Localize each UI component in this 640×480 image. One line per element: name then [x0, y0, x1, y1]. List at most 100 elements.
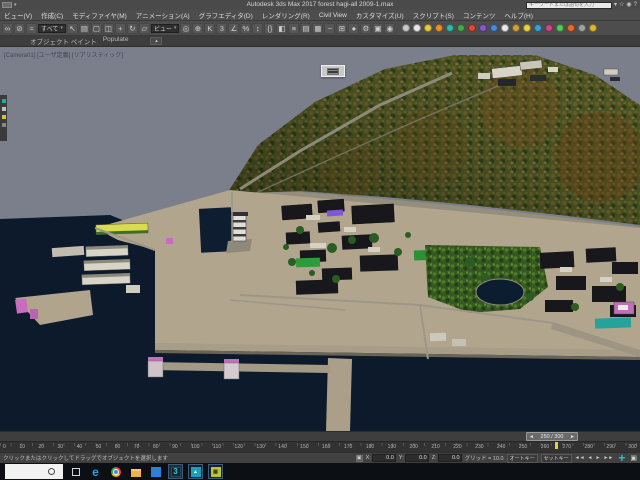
- set-key-button[interactable]: セットキー: [541, 454, 572, 463]
- menu-view[interactable]: ビュー(V): [4, 10, 32, 20]
- rendered-frame-icon[interactable]: ▣: [372, 23, 383, 34]
- custom-icon-15[interactable]: [556, 24, 564, 32]
- menu-graph-editors[interactable]: グラフエディタ(D): [199, 10, 253, 20]
- sign-in-icon[interactable]: ◉: [626, 1, 631, 9]
- custom-icon-8[interactable]: [479, 24, 487, 32]
- select-and-link-icon[interactable]: ∞: [2, 23, 13, 34]
- graphite-ribbon-icon[interactable]: ▦: [312, 23, 323, 34]
- custom-icon-3[interactable]: [424, 24, 432, 32]
- pan-view-icon[interactable]: +: [618, 453, 625, 463]
- help-icon[interactable]: ?: [634, 1, 637, 9]
- custom-icon-1[interactable]: [402, 24, 410, 32]
- docked-vertical-toolbar[interactable]: [0, 95, 7, 141]
- select-by-name-icon[interactable]: ▤: [79, 23, 90, 34]
- ribbon-tab-object-paint[interactable]: オブジェクト ペイント: [30, 36, 97, 46]
- floating-toolbar[interactable]: [321, 65, 345, 77]
- viewport-camera01[interactable]: [Camera01] [ユーザ定義] [リアリスティック]: [0, 47, 640, 431]
- menu-civil-view[interactable]: Civil View: [319, 12, 347, 19]
- menu-modifiers[interactable]: モディファイヤ(M): [72, 10, 127, 20]
- photos-app-icon[interactable]: ▲: [188, 464, 203, 479]
- mail-app-icon[interactable]: [148, 464, 163, 479]
- ribbon-tab-populate[interactable]: Populate: [103, 36, 129, 46]
- viewport-label[interactable]: [Camera01] [ユーザ定義] [リアリスティック]: [4, 50, 123, 59]
- file-explorer-icon[interactable]: [128, 464, 143, 479]
- menu-content[interactable]: コンテンツ: [463, 10, 496, 20]
- southeast-corner-turret[interactable]: [614, 302, 634, 314]
- task-view-icon[interactable]: [68, 464, 83, 479]
- bind-to-space-warp-icon[interactable]: ≈: [26, 23, 37, 34]
- mirror-icon[interactable]: ◧: [276, 23, 287, 34]
- play-button[interactable]: ►: [596, 455, 601, 461]
- custom-icon-17[interactable]: [578, 24, 586, 32]
- current-frame-marker[interactable]: [555, 442, 558, 449]
- custom-icon-11[interactable]: [512, 24, 520, 32]
- vbar-icon-1[interactable]: [2, 99, 6, 103]
- schematic-view-icon[interactable]: ⊞: [336, 23, 347, 34]
- vbar-icon-2[interactable]: [2, 107, 6, 111]
- 3ds-max-taskbar-icon[interactable]: 3: [168, 464, 183, 479]
- menu-rendering[interactable]: レンダリング(R): [262, 10, 310, 20]
- rectangular-selection-icon[interactable]: ▢: [91, 23, 102, 34]
- search-scope-dropdown-icon[interactable]: ▾: [614, 1, 617, 9]
- south-building[interactable]: [430, 333, 446, 342]
- keyboard-override-icon[interactable]: K: [204, 23, 215, 34]
- time-slider-track[interactable]: ◄ 250 / 300 ►: [0, 431, 640, 441]
- material-editor-icon[interactable]: ●: [348, 23, 359, 34]
- select-and-scale-icon[interactable]: ▱: [139, 23, 150, 34]
- auto-key-button[interactable]: オートキー: [507, 454, 538, 463]
- yellow-building[interactable]: [96, 223, 148, 235]
- south-building-2[interactable]: [452, 339, 466, 346]
- reference-coordinate-dropdown[interactable]: ビュー ▾: [151, 24, 180, 33]
- y-coordinate-field[interactable]: 0.0: [405, 454, 429, 462]
- selection-filter-dropdown[interactable]: すべて ▾: [38, 24, 66, 33]
- favorites-icon[interactable]: ☆: [619, 1, 624, 9]
- maximize-viewport-toggle-icon[interactable]: ▣: [630, 454, 637, 462]
- custom-icon-7[interactable]: [468, 24, 476, 32]
- workspace-dropdown[interactable]: [2, 2, 12, 8]
- select-and-rotate-icon[interactable]: ↻: [127, 23, 138, 34]
- unlink-selection-icon[interactable]: ⊘: [14, 23, 25, 34]
- outer-gate-tower-east[interactable]: [224, 359, 239, 379]
- select-and-move-icon[interactable]: +: [115, 23, 126, 34]
- image-viewer-icon[interactable]: ▦: [208, 464, 223, 479]
- go-to-start-button[interactable]: ◄◄: [575, 455, 585, 461]
- pier-gate-pink[interactable]: [15, 298, 28, 313]
- align-icon[interactable]: ≡: [288, 23, 299, 34]
- select-object-icon[interactable]: ↖: [67, 23, 78, 34]
- previous-frame-button[interactable]: ◄: [529, 434, 534, 440]
- track-bar[interactable]: 0102030405060708090100110120130140150160…: [0, 441, 640, 452]
- curve-editor-icon[interactable]: ~: [324, 23, 335, 34]
- ribbon-minimize-button[interactable]: ▴: [150, 37, 162, 45]
- chrome-browser-icon[interactable]: [108, 464, 123, 479]
- small-pink-gate-north[interactable]: [166, 238, 173, 244]
- menu-help[interactable]: ヘルプ(H): [504, 10, 533, 20]
- select-and-manipulate-icon[interactable]: ⊕: [192, 23, 203, 34]
- quick-access-toolbar[interactable]: ▾: [0, 2, 17, 8]
- custom-icon-13[interactable]: [534, 24, 542, 32]
- use-pivot-center-icon[interactable]: ◎: [180, 23, 191, 34]
- menu-customize[interactable]: カスタマイズ(U): [356, 10, 404, 20]
- edge-browser-icon[interactable]: e: [88, 464, 103, 479]
- time-slider-handle[interactable]: ◄ 250 / 300 ►: [526, 432, 578, 441]
- garden-pond[interactable]: [476, 279, 524, 305]
- infocenter-search-input[interactable]: [526, 2, 612, 9]
- z-coordinate-field[interactable]: 0.0: [438, 454, 462, 462]
- vbar-icon-4[interactable]: [2, 123, 6, 127]
- menu-scripting[interactable]: スクリプト(S): [413, 10, 454, 20]
- go-to-end-button[interactable]: ►►: [603, 455, 613, 461]
- percent-snap-icon[interactable]: %: [240, 23, 251, 34]
- custom-icon-18[interactable]: [589, 24, 597, 32]
- layer-manager-icon[interactable]: ▤: [300, 23, 311, 34]
- previous-frame-button[interactable]: ◄: [588, 455, 593, 461]
- snaps-toggle-icon[interactable]: 3: [216, 23, 227, 34]
- custom-icon-9[interactable]: [490, 24, 498, 32]
- spinner-snap-icon[interactable]: ↕: [252, 23, 263, 34]
- outer-gate-tower-west[interactable]: [148, 357, 163, 377]
- render-icon[interactable]: ◉: [384, 23, 395, 34]
- custom-icon-10[interactable]: [501, 24, 509, 32]
- next-frame-button[interactable]: ►: [570, 434, 575, 440]
- angle-snap-icon[interactable]: ∠: [228, 23, 239, 34]
- menu-animation[interactable]: アニメーション(A): [136, 10, 190, 20]
- custom-icon-16[interactable]: [567, 24, 575, 32]
- window-crossing-icon[interactable]: ◫: [103, 23, 114, 34]
